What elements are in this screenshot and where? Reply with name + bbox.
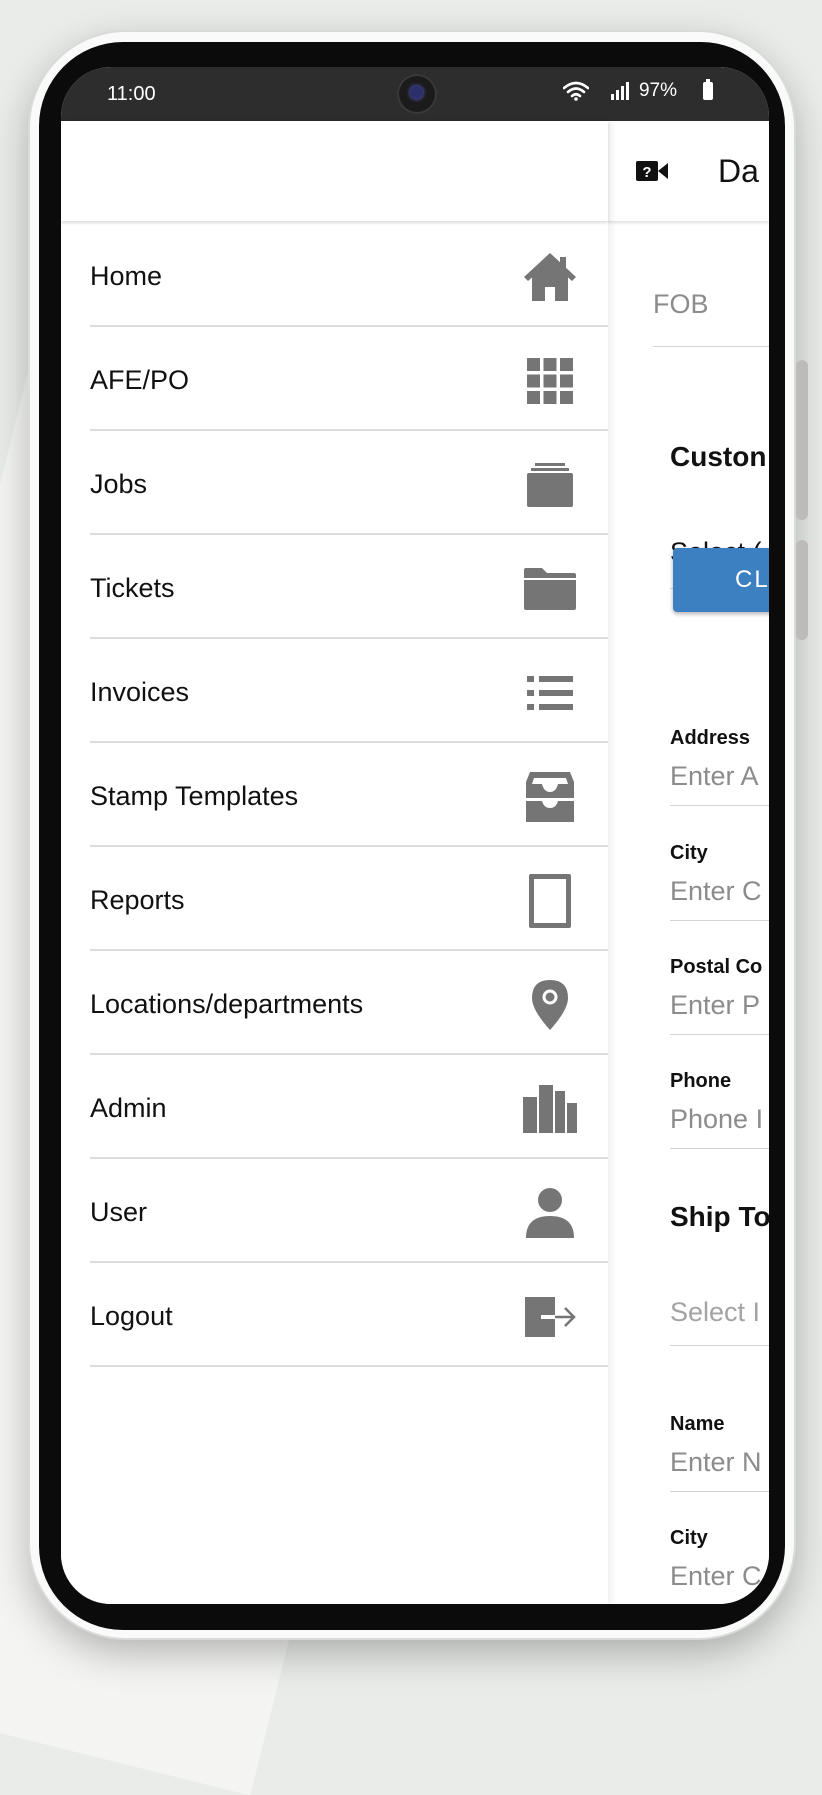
grid-icon	[522, 353, 578, 409]
stack-icon	[522, 457, 578, 513]
ship-city-label: City	[670, 1527, 708, 1549]
menu-item-label: Stamp Templates	[90, 780, 299, 811]
status-bar: 11:00 97%	[61, 67, 769, 121]
menu-item-admin[interactable]: Admin	[90, 1055, 608, 1159]
menu-item-label: AFE/PO	[90, 364, 190, 395]
phone-label: Phone	[670, 1070, 732, 1092]
address-label: Address	[670, 727, 751, 749]
menu-item-user[interactable]: User	[90, 1159, 608, 1263]
camera-punch-hole	[397, 74, 437, 114]
name-label: Name	[670, 1413, 725, 1435]
wifi-icon	[562, 81, 589, 101]
phone-underline	[670, 1148, 769, 1149]
status-time: 11:00	[107, 83, 156, 105]
menu-item-invoices[interactable]: Invoices	[90, 639, 608, 743]
home-icon	[522, 249, 578, 305]
address-input[interactable]: Enter A	[670, 761, 759, 792]
menu-item-label: Locations/departments	[90, 988, 364, 1019]
menu-item-label: User	[90, 1196, 148, 1227]
drawer-header	[61, 121, 608, 221]
city-underline	[670, 920, 769, 921]
status-icons: 97%	[562, 79, 713, 102]
postal-code-label: Postal Co	[670, 956, 763, 978]
battery-icon	[703, 79, 713, 100]
address-underline	[670, 805, 769, 806]
ship-city-input[interactable]: Enter C	[670, 1561, 762, 1592]
video-help-icon[interactable]: ?	[635, 159, 669, 183]
name-input[interactable]: Enter N	[670, 1447, 762, 1478]
svg-text:?: ?	[642, 164, 651, 181]
menu-item-afe-po[interactable]: AFE/PO	[90, 327, 608, 431]
inbox-tray-icon	[522, 769, 578, 825]
menu-item-label: Admin	[90, 1092, 167, 1123]
bar-chart-icon	[522, 1081, 578, 1137]
menu-item-label: Invoices	[90, 676, 190, 707]
phone-input[interactable]: Phone I	[670, 1104, 763, 1135]
menu-item-label: Jobs	[90, 468, 148, 499]
menu-item-reports[interactable]: Reports	[90, 847, 608, 951]
signal-icon	[610, 82, 629, 100]
phone-screen: 11:00 97% ? Da FOB Custon CL Address Ent…	[61, 67, 769, 1604]
ship-to-section-title: Ship To	[670, 1201, 769, 1232]
customer-section-title: Custon	[670, 441, 767, 472]
menu-item-label: Reports	[90, 884, 185, 915]
postal-code-underline	[670, 1034, 769, 1035]
select-location-dropdown[interactable]: Select I	[670, 1297, 760, 1328]
fob-field[interactable]: FOB	[653, 289, 709, 320]
menu-item-label: Home	[90, 260, 163, 291]
name-underline	[670, 1491, 769, 1492]
phone-power-button	[796, 540, 808, 640]
menu-item-logout[interactable]: Logout	[90, 1263, 608, 1367]
page-title: Da	[718, 153, 759, 189]
page-header: ? Da	[608, 121, 769, 221]
select-location-underline	[670, 1345, 769, 1346]
menu-item-home[interactable]: Home	[90, 223, 608, 327]
phone-volume-button	[796, 360, 808, 520]
menu-item-label: Logout	[90, 1300, 173, 1331]
menu-item-stamp-templates[interactable]: Stamp Templates	[90, 743, 608, 847]
battery-percent: 97%	[638, 80, 677, 101]
navigation-drawer: Home AFE/PO Jobs Tickets Invoices Stamp …	[61, 121, 608, 1604]
folder-icon	[522, 561, 578, 617]
user-icon	[522, 1185, 578, 1241]
background-page: ? Da FOB Custon Select ( CL Address Ente…	[608, 121, 769, 1604]
postal-code-input[interactable]: Enter P	[670, 990, 760, 1021]
menu-item-label: Tickets	[90, 572, 175, 603]
menu-item-jobs[interactable]: Jobs	[90, 431, 608, 535]
menu-item-locations-departments[interactable]: Locations/departments	[90, 951, 608, 1055]
city-input[interactable]: Enter C	[670, 876, 762, 907]
tablet-icon	[522, 873, 578, 929]
menu-item-tickets[interactable]: Tickets	[90, 535, 608, 639]
clear-button[interactable]: CL	[673, 548, 769, 612]
list-icon	[522, 665, 578, 721]
map-pin-icon	[522, 977, 578, 1033]
fob-underline	[653, 346, 769, 347]
drawer-menu: Home AFE/PO Jobs Tickets Invoices Stamp …	[90, 223, 608, 1367]
city-label: City	[670, 842, 708, 864]
logout-icon	[522, 1289, 578, 1345]
